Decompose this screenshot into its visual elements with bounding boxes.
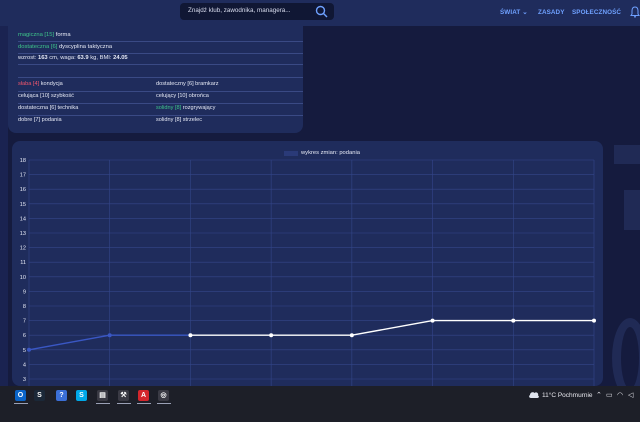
steam-icon[interactable]: S [34, 390, 45, 401]
skill-name: obrońca [187, 93, 209, 99]
divider [18, 115, 303, 116]
weather-status[interactable]: 11°C Pochmurnie [542, 392, 593, 399]
skill-level: dostateczna [6] [18, 105, 56, 111]
sidebar-edge [0, 26, 8, 386]
skill-name: strzelec [181, 117, 203, 123]
skill-level: słaba [4] [18, 81, 40, 87]
skill-level: solidny [8] [156, 117, 182, 123]
y-tick-label: 5 [23, 348, 26, 354]
skill-item: dobre [7] podania [18, 117, 62, 123]
y-tick-label: 13 [20, 231, 26, 237]
y-tick-label: 12 [20, 246, 26, 252]
discipline-row: dostateczna [6] dyscyplina taktyczna [18, 44, 113, 50]
tools-icon[interactable]: ⚒ [118, 390, 129, 401]
nav-community[interactable]: SPOŁECZNOŚĆ [572, 9, 621, 16]
running-indicator [96, 403, 110, 404]
y-tick-label: 7 [23, 319, 26, 325]
skill-name: szybkość [49, 93, 74, 99]
y-tick-label: 11 [20, 260, 26, 266]
network-status-icon[interactable]: ▭ [606, 391, 613, 399]
y-tick-label: 8 [23, 304, 26, 310]
search-box[interactable]: Znajdź klub, zawodnika, managera... [180, 3, 334, 20]
y-tick-label: 6 [23, 333, 26, 339]
y-tick-label: 9 [23, 289, 26, 295]
y-tick-label: 18 [20, 158, 26, 164]
cloud-icon [529, 392, 539, 398]
skill-item: solidny [8] rozgrywający [156, 105, 215, 111]
form-row: magiczna [15] forma [18, 32, 71, 38]
series-line-segment [28, 334, 110, 351]
background-decoration [624, 190, 640, 230]
y-tick-label: 16 [20, 187, 26, 193]
series-line-segment [351, 319, 433, 336]
skill-name: podania [40, 117, 62, 123]
data-point[interactable] [592, 318, 596, 323]
skill-item: słaba [4] kondycja [18, 81, 63, 87]
skill-level: dostateczny [6] [156, 81, 194, 87]
chevron-down-icon: ⌄ [522, 9, 528, 16]
search-icon[interactable] [315, 5, 328, 18]
y-tick-label: 14 [20, 216, 26, 222]
body-stats-row: wzrost: 163 cm, waga: 63.9 kg, BMI: 24.0… [18, 55, 128, 61]
network-icon[interactable]: ◎ [158, 390, 169, 401]
skype-icon[interactable]: S [76, 390, 87, 401]
skill-name: kondycja [39, 81, 63, 87]
running-indicator [117, 403, 131, 404]
divider [18, 41, 303, 42]
running-indicator [137, 403, 151, 404]
data-point[interactable] [27, 347, 31, 352]
skill-item: celująca [10] szybkość [18, 93, 74, 99]
data-point[interactable] [511, 318, 516, 323]
search-input[interactable]: Znajdź klub, zawodnika, managera... [188, 7, 291, 14]
skill-name: rozgrywający [181, 105, 216, 111]
y-tick-label: 4 [23, 362, 26, 368]
volume-icon[interactable]: ◁ [628, 391, 633, 399]
y-tick-label: 10 [20, 275, 26, 281]
skill-item: dostateczny [6] bramkarz [156, 81, 219, 87]
taskbar: O S? S ▤ ⚒ A ◎ 11°C Pochmurnie ⌃ ▭ ◠ ◁ [0, 386, 640, 422]
data-point[interactable] [349, 333, 354, 338]
outlook-icon[interactable]: O [15, 390, 26, 401]
skill-level: celująca [10] [18, 93, 50, 99]
divider [18, 77, 303, 78]
skill-level: celujący [10] [156, 93, 188, 99]
player-stats-card: magiczna [15] forma dostateczna [6] dysc… [8, 24, 303, 133]
data-point[interactable] [107, 333, 112, 338]
top-bar: Znajdź klub, zawodnika, managera... ŚWIA… [0, 0, 640, 26]
divider [18, 64, 303, 65]
bell-icon[interactable] [630, 6, 640, 18]
line-chart: 18 17 16 15 14 13 12 11 10 9 8 7 6 5 4 3 [20, 158, 596, 386]
nav-world[interactable]: ŚWIAT ⌄ [500, 9, 528, 16]
skill-item: solidny [8] strzelec [156, 117, 202, 123]
nav-rules[interactable]: ZASADY [538, 9, 565, 16]
divider [18, 103, 303, 104]
chart-card: wykres zmian: podania 18 17 16 15 14 13 12 11 10… [12, 141, 603, 386]
terminal-icon[interactable]: ▤ [97, 390, 108, 401]
data-point[interactable] [188, 333, 193, 338]
data-point[interactable] [269, 333, 274, 338]
running-indicator [14, 403, 28, 404]
app-icon[interactable]: ? [56, 390, 67, 401]
chevron-up-icon[interactable]: ⌃ [596, 391, 602, 399]
divider [18, 53, 303, 54]
skill-item: celujący [10] obrońca [156, 93, 209, 99]
data-point[interactable] [430, 318, 435, 323]
divider [18, 91, 303, 92]
skill-name: technika [55, 105, 79, 111]
wifi-icon[interactable]: ◠ [617, 391, 623, 399]
skill-name: bramkarz [193, 81, 219, 87]
y-tick-label: 15 [20, 202, 26, 208]
skill-level: solidny [8] [156, 105, 182, 111]
running-indicator [157, 403, 171, 404]
y-tick-label: 3 [23, 377, 26, 383]
skill-level: dobre [7] [18, 117, 41, 123]
background-decoration [614, 145, 640, 164]
skill-item: dostateczna [6] technika [18, 105, 78, 111]
y-tick-label: 17 [20, 173, 26, 179]
pdf-icon[interactable]: A [138, 390, 149, 401]
